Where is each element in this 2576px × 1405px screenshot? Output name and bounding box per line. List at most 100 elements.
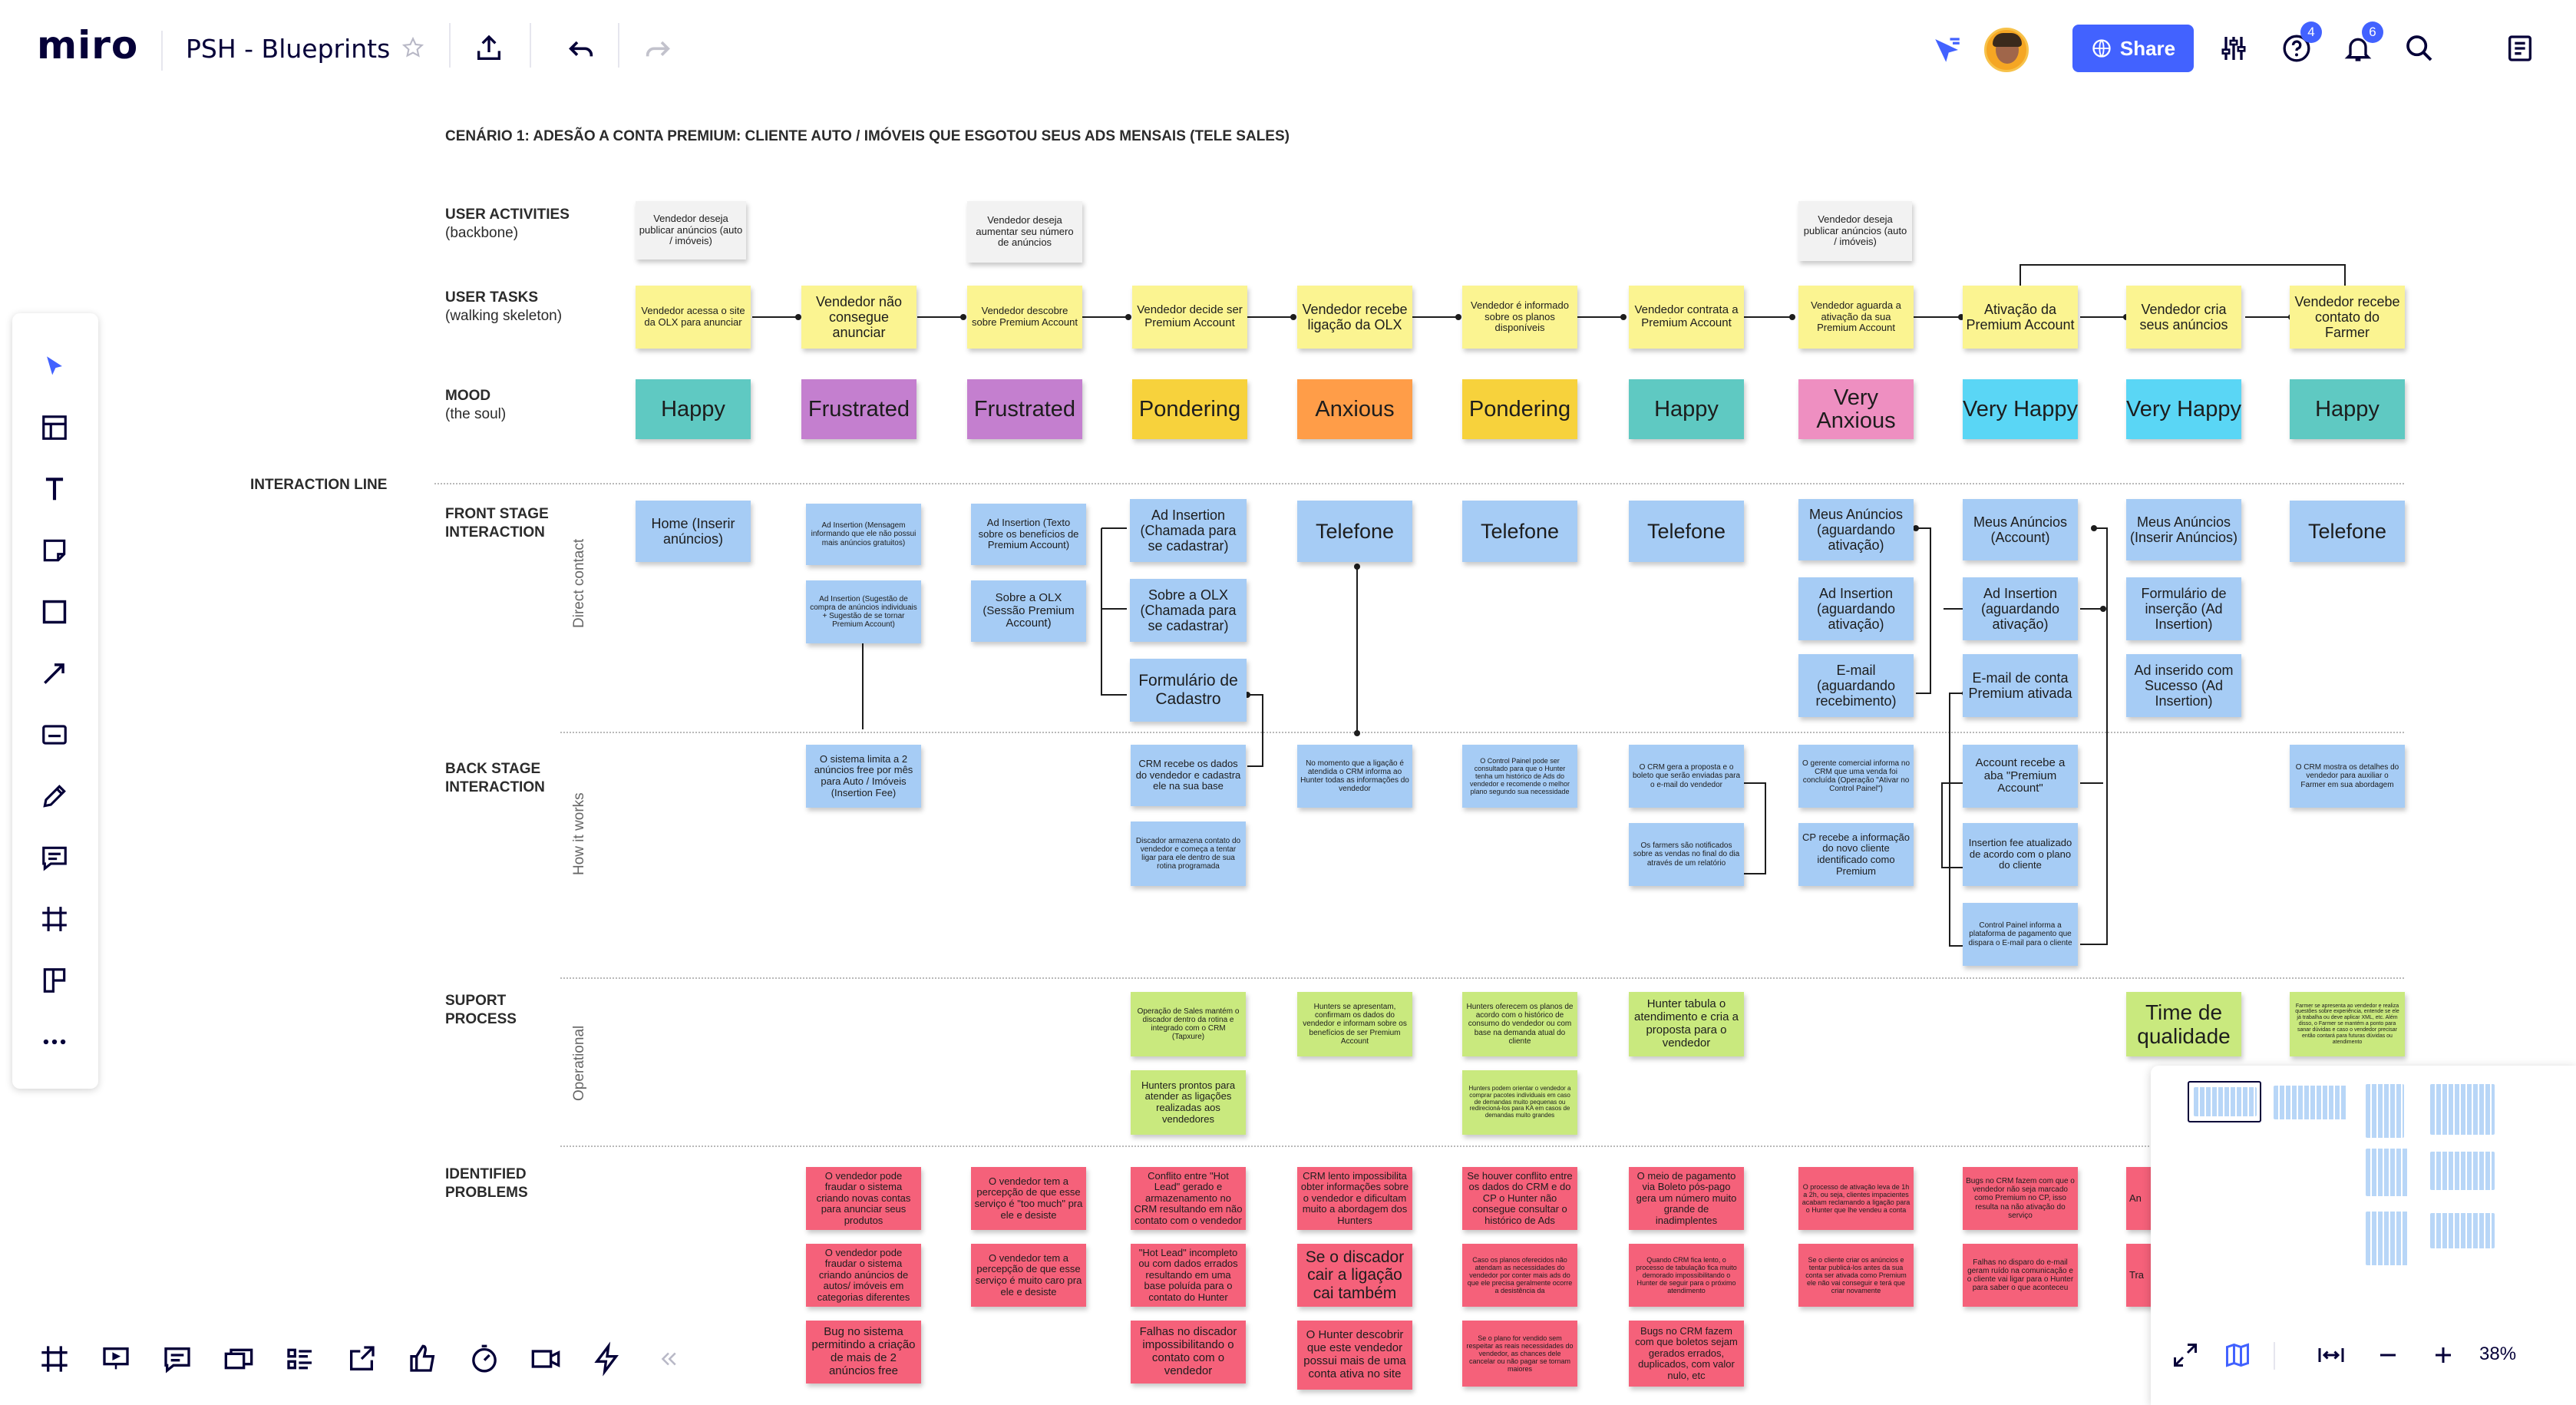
- front-stage-note[interactable]: Sobre a OLX (Sessão Premium Account): [971, 580, 1086, 642]
- problem-note[interactable]: Bugs no CRM fazem com que o vendedor não…: [1963, 1167, 2078, 1230]
- problem-note[interactable]: Bug no sistema permitindo a criação de m…: [806, 1321, 921, 1384]
- back-stage-note[interactable]: O CRM gera a proposta e o boleto que ser…: [1629, 745, 1744, 808]
- support-note[interactable]: Farmer se apresenta ao vendedor e realiz…: [2290, 992, 2405, 1056]
- task-note[interactable]: Vendedor decide ser Premium Account: [1132, 286, 1247, 349]
- mood-note[interactable]: Very Happy: [1963, 379, 2078, 439]
- back-stage-note[interactable]: CRM recebe os dados do vendedor e cadast…: [1131, 745, 1246, 806]
- back-stage-note[interactable]: Discador armazena contato do vendedor e …: [1131, 822, 1246, 886]
- front-stage-note[interactable]: Home (Inserir anúncios): [636, 501, 751, 562]
- task-note[interactable]: Vendedor não consegue anunciar: [801, 286, 916, 349]
- task-note[interactable]: Vendedor recebe ligação da OLX: [1297, 286, 1412, 349]
- problem-note[interactable]: Conflito entre "Hot Lead" gerado e armaz…: [1131, 1167, 1246, 1230]
- activity-note[interactable]: Vendedor deseja aumentar seu número de a…: [967, 201, 1082, 263]
- front-stage-note[interactable]: Meus Anúncios (Inserir Anúncios): [2126, 499, 2241, 560]
- mood-note[interactable]: Happy: [636, 379, 751, 439]
- front-stage-note[interactable]: Ad Insertion (Mensagem informando que el…: [806, 504, 921, 565]
- task-note[interactable]: Vendedor é informado sobre os planos dis…: [1462, 286, 1577, 349]
- fit-to-screen-icon[interactable]: [2312, 1336, 2350, 1374]
- front-stage-note[interactable]: Sobre a OLX (Chamada para se cadastrar): [1130, 579, 1247, 642]
- problem-note[interactable]: Falhas no disparo do e-mail geram ruído …: [1963, 1244, 2078, 1307]
- activity-note[interactable]: Vendedor deseja publicar anúncios (auto …: [636, 201, 746, 260]
- front-stage-note[interactable]: Meus Anúncios (aguardando ativação): [1798, 499, 1914, 560]
- problem-note[interactable]: Caso os planos oferecidos não atendam as…: [1462, 1244, 1577, 1307]
- front-stage-note[interactable]: Ad Insertion (Sugestão de compra de anún…: [806, 580, 921, 643]
- problem-note[interactable]: Bugs no CRM fazem com que boletos sejam …: [1629, 1321, 1744, 1387]
- mood-note[interactable]: Frustrated: [967, 379, 1082, 439]
- problem-note[interactable]: Se houver conflito entre os dados do CRM…: [1462, 1167, 1577, 1230]
- support-note[interactable]: Hunter tabula o atendimento e cria a pro…: [1629, 992, 1744, 1056]
- map-icon[interactable]: [2218, 1336, 2257, 1374]
- support-note[interactable]: Time de qualidade: [2126, 992, 2241, 1056]
- problem-note[interactable]: O vendedor tem a percepção de que esse s…: [971, 1167, 1086, 1230]
- support-note[interactable]: Hunters prontos para atender as ligações…: [1131, 1070, 1246, 1135]
- mood-note[interactable]: Anxious: [1297, 379, 1412, 439]
- front-stage-note[interactable]: Ad Insertion (aguardando ativação): [1963, 577, 2078, 640]
- zoom-in-icon[interactable]: [2424, 1336, 2462, 1374]
- minimap-block: [2366, 1149, 2409, 1196]
- front-stage-note[interactable]: Meus Anúncios (Account): [1963, 499, 2078, 560]
- minimap-block: [2430, 1213, 2495, 1248]
- front-stage-note[interactable]: Ad Insertion (Chamada para se cadastrar): [1130, 499, 1247, 562]
- back-stage-note[interactable]: Control Painel informa a plataforma de p…: [1963, 903, 2078, 966]
- zoom-out-icon[interactable]: [2369, 1336, 2407, 1374]
- task-note[interactable]: Vendedor descobre sobre Premium Account: [967, 286, 1082, 349]
- front-stage-note[interactable]: Ad Insertion (aguardando ativação): [1798, 577, 1914, 640]
- task-note[interactable]: Vendedor cria seus anúncios: [2126, 286, 2241, 349]
- mood-note[interactable]: Frustrated: [801, 379, 916, 439]
- problem-note[interactable]: "Hot Lead" incompleto ou com dados errad…: [1131, 1244, 1246, 1307]
- front-stage-note[interactable]: Ad Insertion (Texto sobre os benefícios …: [971, 504, 1086, 565]
- back-stage-note[interactable]: CP recebe a informação do novo cliente i…: [1798, 823, 1914, 886]
- back-stage-note[interactable]: No momento que a ligação é atendida o CR…: [1297, 745, 1412, 808]
- problem-note[interactable]: O processo de ativação leva de 1h a 2h, …: [1798, 1167, 1914, 1230]
- mood-note[interactable]: Pondering: [1462, 379, 1577, 439]
- front-stage-note[interactable]: E-mail (aguardando recebimento): [1798, 654, 1914, 717]
- task-note[interactable]: Vendedor contrata a Premium Account: [1629, 286, 1744, 349]
- minimap-block: [2194, 1087, 2257, 1116]
- minimap-block: [2430, 1152, 2495, 1190]
- problem-note[interactable]: Falhas no discador impossibilitando o co…: [1131, 1321, 1246, 1384]
- support-note[interactable]: Hunters podem orientar o vendedor a comp…: [1462, 1070, 1577, 1135]
- front-stage-note[interactable]: Formulário de Cadastro: [1130, 659, 1247, 722]
- back-stage-note[interactable]: O Control Painel pode ser consultado par…: [1462, 745, 1577, 808]
- task-note[interactable]: Vendedor acessa o site da OLX para anunc…: [636, 286, 751, 349]
- back-stage-note[interactable]: Os farmers são notificados sobre as vend…: [1629, 823, 1744, 886]
- problem-note[interactable]: O meio de pagamento via Boleto pós-pago …: [1629, 1167, 1744, 1230]
- support-note[interactable]: Hunters se apresentam, confirmam os dado…: [1297, 992, 1412, 1056]
- mood-note[interactable]: Pondering: [1132, 379, 1247, 439]
- back-stage-note[interactable]: Account recebe a aba "Premium Account": [1963, 745, 2078, 808]
- mood-note[interactable]: Happy: [2290, 379, 2405, 439]
- problem-note[interactable]: O vendedor tem a percepção de que esse s…: [971, 1244, 1086, 1307]
- back-stage-note[interactable]: Insertion fee atualizado de acordo com o…: [1963, 823, 2078, 886]
- activity-note[interactable]: Vendedor deseja publicar anúncios (auto …: [1798, 201, 1912, 261]
- support-note[interactable]: Operação de Sales mantém o discador dent…: [1131, 992, 1246, 1056]
- back-stage-note[interactable]: O gerente comercial informa no CRM que u…: [1798, 745, 1914, 808]
- problem-note[interactable]: CRM lento impossibilita obter informaçõe…: [1297, 1167, 1412, 1230]
- problem-note[interactable]: Quando CRM fica lento, o processo de tab…: [1629, 1244, 1744, 1307]
- task-note[interactable]: Ativação da Premium Account: [1963, 286, 2078, 349]
- problem-note[interactable]: O vendedor pode fraudar o sistema criand…: [806, 1167, 921, 1230]
- back-stage-note[interactable]: O CRM mostra os detalhes do vendedor par…: [2290, 745, 2405, 808]
- front-stage-note[interactable]: Telefone: [1297, 501, 1412, 562]
- fullscreen-icon[interactable]: [2166, 1336, 2204, 1374]
- front-stage-note[interactable]: Telefone: [1629, 501, 1744, 562]
- support-note[interactable]: Hunters oferecem os planos de acordo com…: [1462, 992, 1577, 1056]
- problem-note[interactable]: O Hunter descobrir que este vendedor pos…: [1297, 1321, 1412, 1390]
- front-stage-note[interactable]: E-mail de conta Premium ativada: [1963, 654, 2078, 717]
- back-stage-note[interactable]: O sistema limita a 2 anúncios free por m…: [806, 745, 921, 808]
- problem-note[interactable]: Se o cliente criar os anúncios e tentar …: [1798, 1244, 1914, 1307]
- zoom-level[interactable]: 38%: [2479, 1344, 2516, 1365]
- task-note[interactable]: Vendedor aguarda a ativação da sua Premi…: [1798, 286, 1914, 349]
- problem-note[interactable]: Se o plano for vendido sem respeitar as …: [1462, 1321, 1577, 1387]
- front-stage-note[interactable]: Telefone: [2290, 501, 2405, 562]
- front-stage-note[interactable]: Formulário de inserção (Ad Insertion): [2126, 577, 2241, 640]
- divider: [2274, 1342, 2275, 1370]
- problem-note[interactable]: Se o discador cair a ligação cai também: [1297, 1244, 1412, 1307]
- mood-note[interactable]: Happy: [1629, 379, 1744, 439]
- mood-note[interactable]: Very Anxious: [1798, 379, 1914, 439]
- minimap-panel[interactable]: 38%: [2151, 1066, 2576, 1405]
- front-stage-note[interactable]: Telefone: [1462, 501, 1577, 562]
- problem-note[interactable]: O vendedor pode fraudar o sistema criand…: [806, 1244, 921, 1307]
- task-note[interactable]: Vendedor recebe contato do Farmer: [2290, 286, 2405, 349]
- front-stage-note[interactable]: Ad inserido com Sucesso (Ad Insertion): [2126, 654, 2241, 717]
- mood-note[interactable]: Very Happy: [2126, 379, 2241, 439]
